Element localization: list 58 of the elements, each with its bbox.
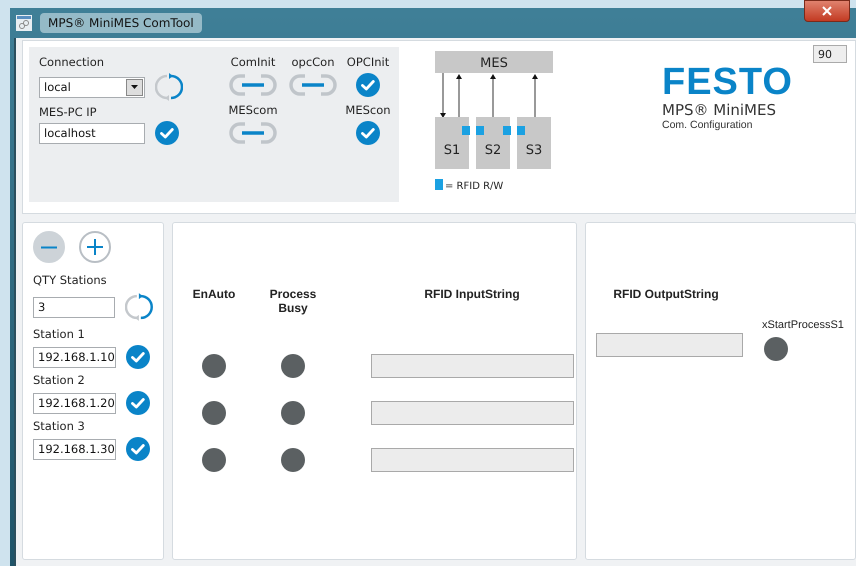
input-string-field[interactable] <box>370 448 574 472</box>
station-block: S2 <box>476 117 510 169</box>
legend-text: = RFID R/W <box>445 181 504 192</box>
connector-arrow <box>456 74 462 118</box>
column-header: RFID InputString <box>424 287 520 303</box>
mes-block: MES <box>435 51 553 73</box>
close-icon <box>822 6 832 16</box>
status-label: opcCon <box>291 55 334 69</box>
rfid-marker <box>462 126 470 135</box>
column-header: Process Busy <box>268 287 318 317</box>
refresh-icon[interactable] <box>125 291 153 323</box>
brand-logo: FESTO <box>662 63 794 101</box>
connector-arrow <box>440 72 446 118</box>
input-string-field[interactable] <box>370 354 574 378</box>
field-label: Station 2 <box>33 373 86 387</box>
rfid-marker <box>503 126 511 135</box>
link-icon <box>229 121 277 145</box>
link-icon <box>289 73 337 97</box>
field-label: Station 3 <box>33 419 86 433</box>
dropdown-arrow-icon <box>131 85 138 89</box>
station-block: S1 <box>435 117 469 169</box>
close-button[interactable] <box>804 0 850 22</box>
link-icon <box>229 73 277 97</box>
add-button[interactable] <box>79 231 111 263</box>
connector-arrow <box>532 74 538 118</box>
input-string-field[interactable] <box>370 401 574 425</box>
window-title: MPS® MiniMES ComTool <box>40 13 202 33</box>
indicator-label: xStartProcessS1 <box>762 319 844 331</box>
minus-icon <box>41 246 57 248</box>
field-label: QTY Stations <box>33 273 108 287</box>
status-label: MEScon <box>345 103 391 117</box>
station-block: S3 <box>517 117 551 169</box>
ip-field[interactable]: 192.168.1.20 <box>33 392 116 414</box>
connection-dropdown[interactable]: local <box>39 76 145 98</box>
plus-icon <box>87 239 103 255</box>
counter-field: 90 <box>813 45 847 63</box>
connector-arrow <box>490 74 496 118</box>
ip-field[interactable]: 192.168.1.30 <box>33 438 116 460</box>
app-icon <box>16 15 32 31</box>
status-label: ComInit <box>230 55 276 69</box>
ip-field[interactable]: localhost <box>39 122 145 144</box>
field-label: MES-PC IP <box>39 105 98 119</box>
refresh-icon[interactable] <box>155 71 183 103</box>
column-header: EnAuto <box>192 287 236 303</box>
remove-button[interactable] <box>33 231 65 263</box>
quantity-field[interactable]: 3 <box>33 296 116 318</box>
rfid-marker <box>476 126 484 135</box>
column-header: RFID OutputString <box>612 287 720 301</box>
output-string-field[interactable] <box>596 333 743 357</box>
rfid-marker <box>517 126 525 135</box>
status-label: OPCInit <box>346 55 390 69</box>
field-label: Connection <box>39 55 106 69</box>
field-label: Station 1 <box>33 327 86 341</box>
ip-field[interactable]: 192.168.1.10 <box>33 346 116 368</box>
product-name: MPS® MiniMES <box>662 101 778 119</box>
rfid-marker <box>435 179 443 190</box>
status-label: MEScom <box>228 103 278 117</box>
subtitle: Com. Configuration <box>662 119 754 131</box>
